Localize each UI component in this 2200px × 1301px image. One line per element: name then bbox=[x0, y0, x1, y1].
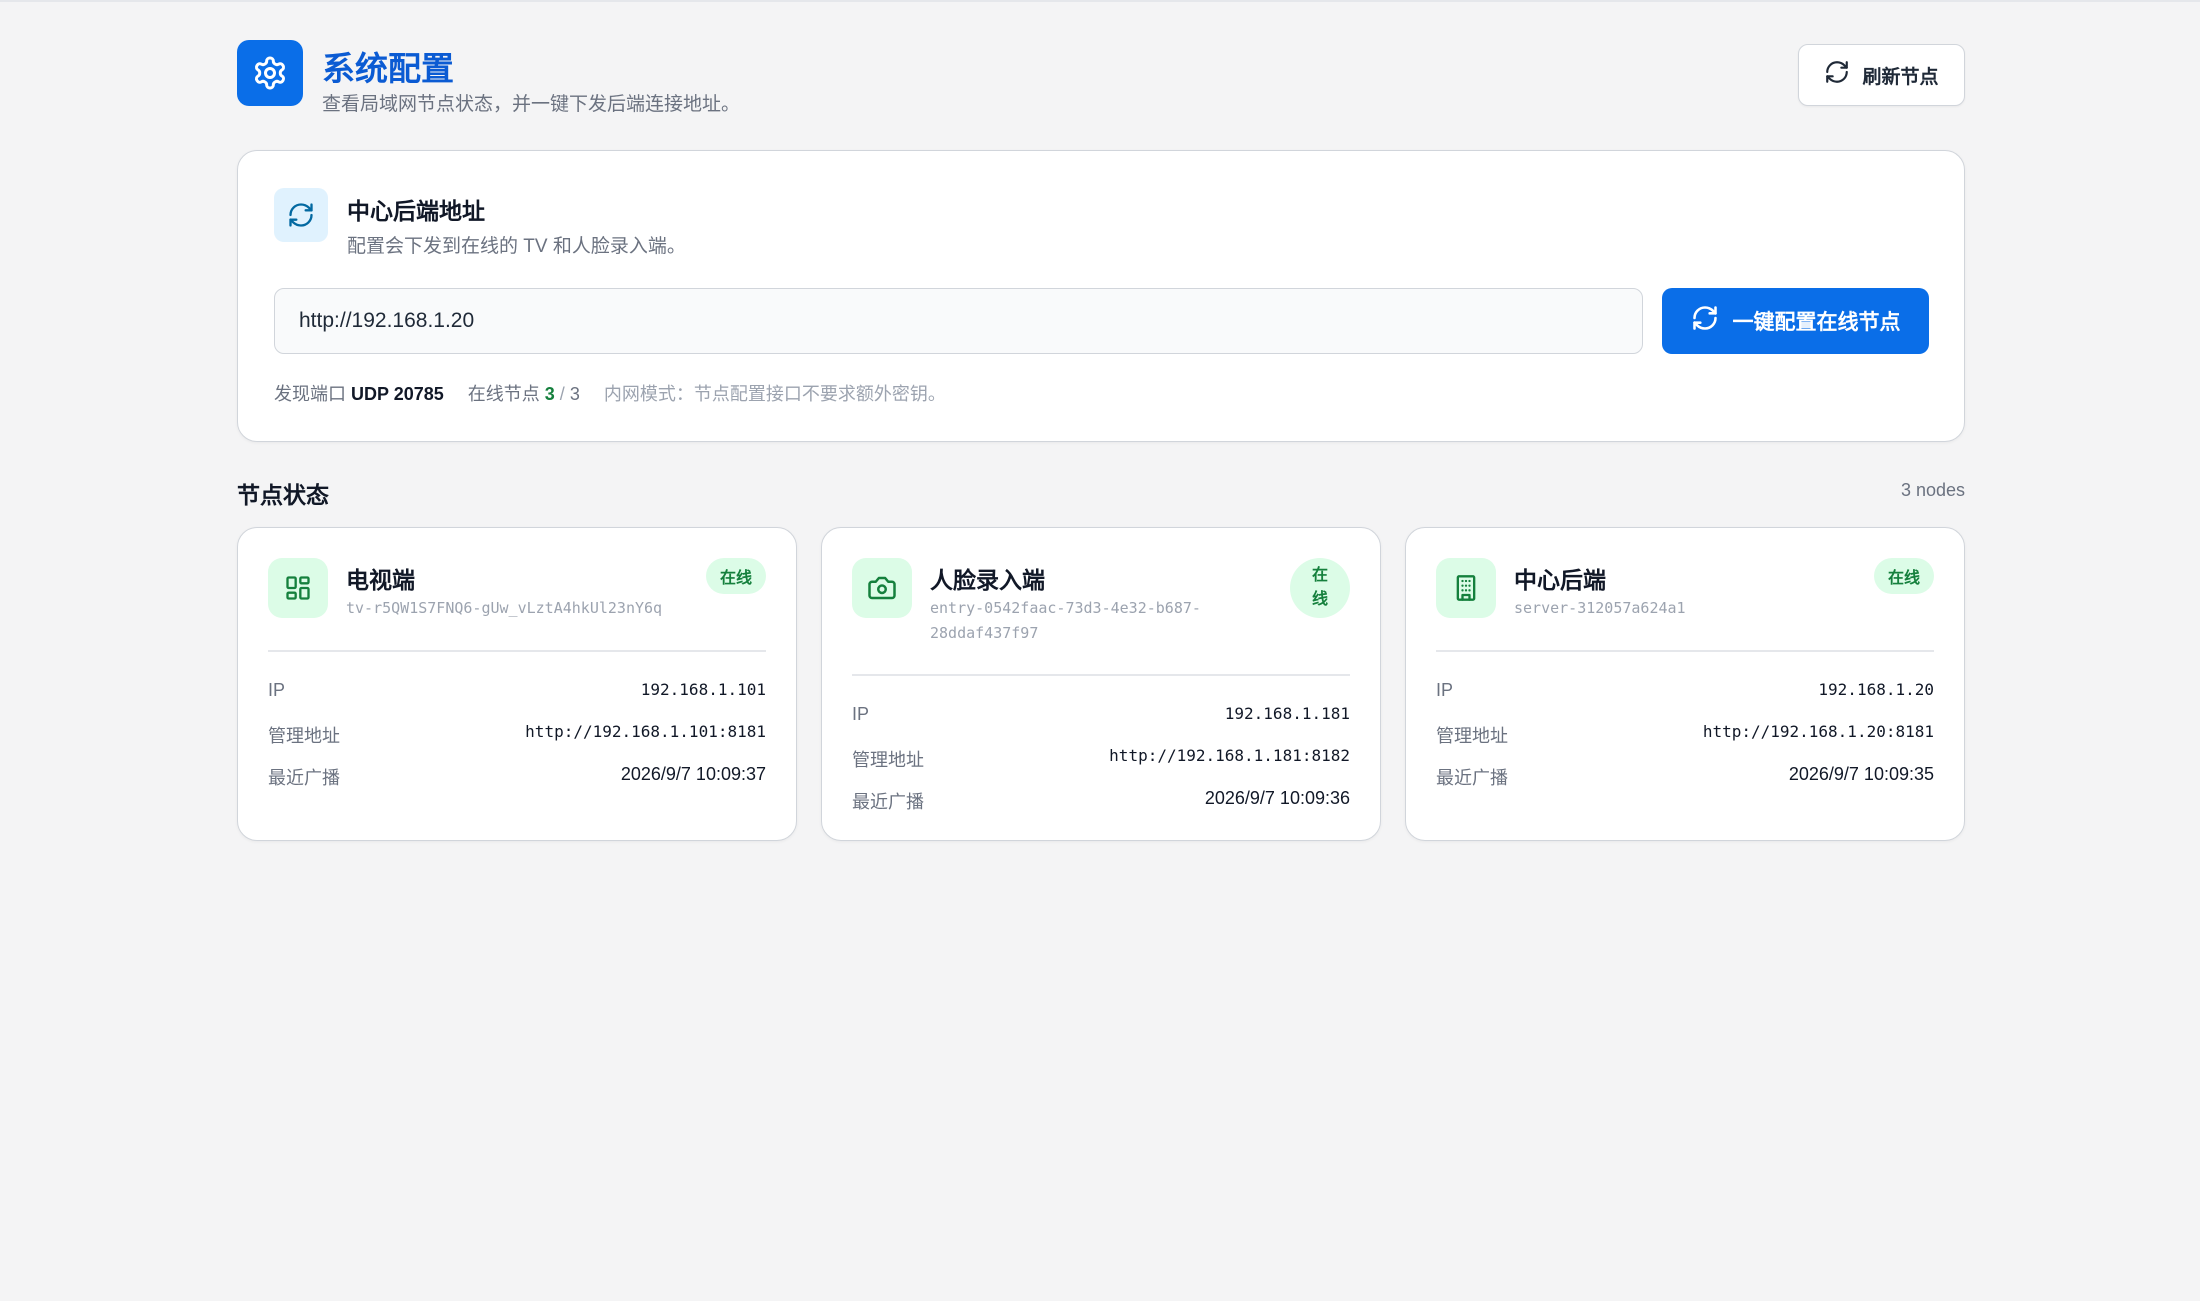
backend-config-card: 中心后端地址 配置会下发到在线的 TV 和人脸录入端。 一键配置在线节点 发现端… bbox=[237, 150, 1965, 442]
config-subtitle: 配置会下发到在线的 TV 和人脸录入端。 bbox=[347, 236, 686, 257]
node-last-broadcast-row: 最近广播 2026/9/7 10:09:35 bbox=[1436, 764, 1934, 788]
grid-icon bbox=[268, 558, 328, 618]
mode-note: 内网模式：节点配置接口不要求额外密钥。 bbox=[603, 384, 946, 404]
page-container: 系统配置 查看局域网节点状态，并一键下发后端连接地址。 刷新节点 中心后端地址 … bbox=[237, 40, 1965, 841]
node-ip-row: IP 192.168.1.101 bbox=[268, 680, 766, 700]
status-badge: 在线 bbox=[705, 558, 766, 594]
refresh-nodes-button[interactable]: 刷新节点 bbox=[1798, 44, 1965, 106]
building-icon bbox=[1436, 558, 1496, 618]
status-badge: 在线 bbox=[1873, 558, 1934, 594]
node-id: entry-0542faac-73d3-4e32-b687- 28ddaf437… bbox=[930, 599, 1201, 642]
discovery-port: 发现端口 UDP 20785 bbox=[274, 384, 444, 404]
node-card-face-entry: 人脸录入端 entry-0542faac-73d3-4e32-b687- 28d… bbox=[821, 527, 1381, 841]
divider bbox=[1436, 650, 1934, 652]
camera-icon bbox=[852, 558, 912, 618]
config-title: 中心后端地址 bbox=[347, 198, 485, 224]
node-card-tv: 电视端 tv-r5QW1S7FNQ6-gUw_vLztA4hkUl23nY6q … bbox=[237, 527, 797, 841]
node-ip-row: IP 192.168.1.181 bbox=[852, 704, 1350, 724]
node-last-broadcast-row: 最近广播 2026/9/7 10:09:36 bbox=[852, 788, 1350, 812]
page-title: 系统配置 bbox=[322, 50, 454, 87]
node-admin-row: 管理地址 http://192.168.1.20:8181 bbox=[1436, 722, 1934, 746]
apply-config-label: 一键配置在线节点 bbox=[1732, 311, 1901, 334]
node-id: tv-r5QW1S7FNQ6-gUw_vLztA4hkUl23nY6q bbox=[346, 599, 663, 617]
online-nodes-summary: 在线节点 3 / 3 bbox=[467, 384, 580, 404]
page-subtitle: 查看局域网节点状态，并一键下发后端连接地址。 bbox=[322, 94, 741, 115]
node-name: 电视端 bbox=[346, 567, 415, 593]
node-admin-row: 管理地址 http://192.168.1.181:8182 bbox=[852, 746, 1350, 770]
nodes-count: 3 nodes bbox=[1900, 480, 1965, 500]
node-ip-row: IP 192.168.1.20 bbox=[1436, 680, 1934, 700]
sync-icon bbox=[1691, 304, 1719, 338]
node-admin-row: 管理地址 http://192.168.1.101:8181 bbox=[268, 722, 766, 746]
node-name: 中心后端 bbox=[1514, 567, 1606, 593]
divider bbox=[268, 650, 766, 652]
apply-config-button[interactable]: 一键配置在线节点 bbox=[1662, 288, 1929, 354]
page-header: 系统配置 查看局域网节点状态，并一键下发后端连接地址。 刷新节点 bbox=[237, 40, 1965, 115]
status-badge: 在 线 bbox=[1290, 558, 1350, 618]
node-name: 人脸录入端 bbox=[930, 567, 1045, 593]
node-card-server: 中心后端 server-312057a624a1 在线 IP 192.168.1… bbox=[1405, 527, 1965, 841]
divider bbox=[852, 674, 1350, 676]
node-last-broadcast-row: 最近广播 2026/9/7 10:09:37 bbox=[268, 764, 766, 788]
nodes-section-title: 节点状态 bbox=[237, 482, 329, 508]
gear-icon bbox=[237, 40, 303, 106]
config-meta: 发现端口 UDP 20785 在线节点 3 / 3 内网模式：节点配置接口不要求… bbox=[274, 380, 946, 406]
sync-icon bbox=[274, 188, 328, 242]
refresh-nodes-label: 刷新节点 bbox=[1862, 66, 1939, 88]
backend-url-input[interactable] bbox=[274, 288, 1643, 354]
refresh-icon bbox=[1824, 59, 1850, 91]
node-id: server-312057a624a1 bbox=[1514, 599, 1686, 617]
